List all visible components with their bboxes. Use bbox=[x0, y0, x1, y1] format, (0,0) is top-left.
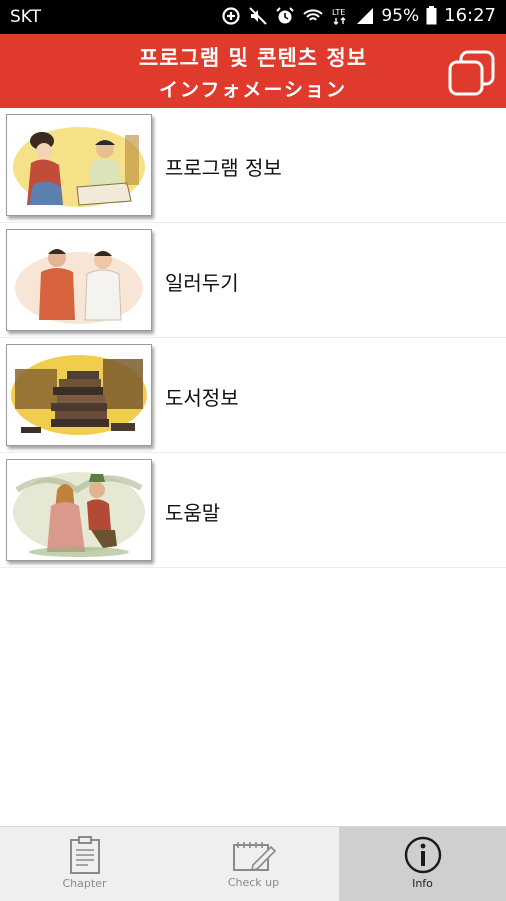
list-item-label: 일러두기 bbox=[165, 271, 239, 295]
couple-reading-illustration bbox=[6, 114, 152, 216]
status-icons: LTE 95% 16:27 bbox=[221, 5, 496, 26]
list-item-help[interactable]: 도움말 bbox=[0, 453, 506, 568]
list-item-label: 프로그램 정보 bbox=[165, 156, 282, 180]
list-item-notes[interactable]: 일러두기 bbox=[0, 223, 506, 338]
tab-check-up[interactable]: Check up bbox=[169, 827, 338, 901]
tab-label: Chapter bbox=[62, 877, 107, 890]
lte-icon: LTE bbox=[331, 6, 349, 26]
info-list: 프로그램 정보 일러두기 도서정보 도움말 bbox=[0, 108, 506, 568]
tab-chapter[interactable]: Chapter bbox=[0, 827, 169, 901]
app-header: 프로그램 및 콘텐츠 정보 インフォメーション bbox=[0, 34, 506, 108]
header-title: 프로그램 및 콘텐츠 정보 bbox=[138, 46, 368, 70]
header-subtitle: インフォメーション bbox=[158, 79, 348, 101]
kneeling-couple-illustration bbox=[6, 459, 152, 561]
signal-icon bbox=[356, 7, 374, 25]
tab-label: Info bbox=[412, 877, 433, 890]
copy-button[interactable] bbox=[446, 48, 498, 98]
clipboard-icon bbox=[68, 835, 102, 879]
list-item-label: 도움말 bbox=[165, 501, 221, 525]
book-stacks-illustration bbox=[6, 344, 152, 446]
bottom-navigation: Chapter Check up Info bbox=[0, 826, 506, 901]
notebook-pencil-icon bbox=[231, 839, 277, 877]
battery-icon bbox=[426, 6, 437, 25]
wifi-calling-icon bbox=[302, 6, 324, 26]
status-bar: SKT LTE 95% 16:27 bbox=[0, 0, 506, 34]
tab-info[interactable]: Info bbox=[339, 827, 506, 901]
svg-text:LTE: LTE bbox=[332, 8, 345, 17]
list-item-program-info[interactable]: 프로그램 정보 bbox=[0, 108, 506, 223]
carrier-label: SKT bbox=[10, 7, 42, 27]
two-men-talking-illustration bbox=[6, 229, 152, 331]
data-saver-icon bbox=[221, 6, 241, 26]
alarm-icon bbox=[275, 6, 295, 26]
copy-icon bbox=[448, 50, 495, 96]
tab-label: Check up bbox=[227, 876, 280, 889]
list-item-label: 도서정보 bbox=[165, 386, 239, 410]
info-icon bbox=[403, 835, 443, 879]
mute-icon bbox=[248, 6, 268, 26]
battery-percent: 95% bbox=[381, 5, 420, 26]
clock: 16:27 bbox=[444, 5, 496, 26]
list-item-book-info[interactable]: 도서정보 bbox=[0, 338, 506, 453]
